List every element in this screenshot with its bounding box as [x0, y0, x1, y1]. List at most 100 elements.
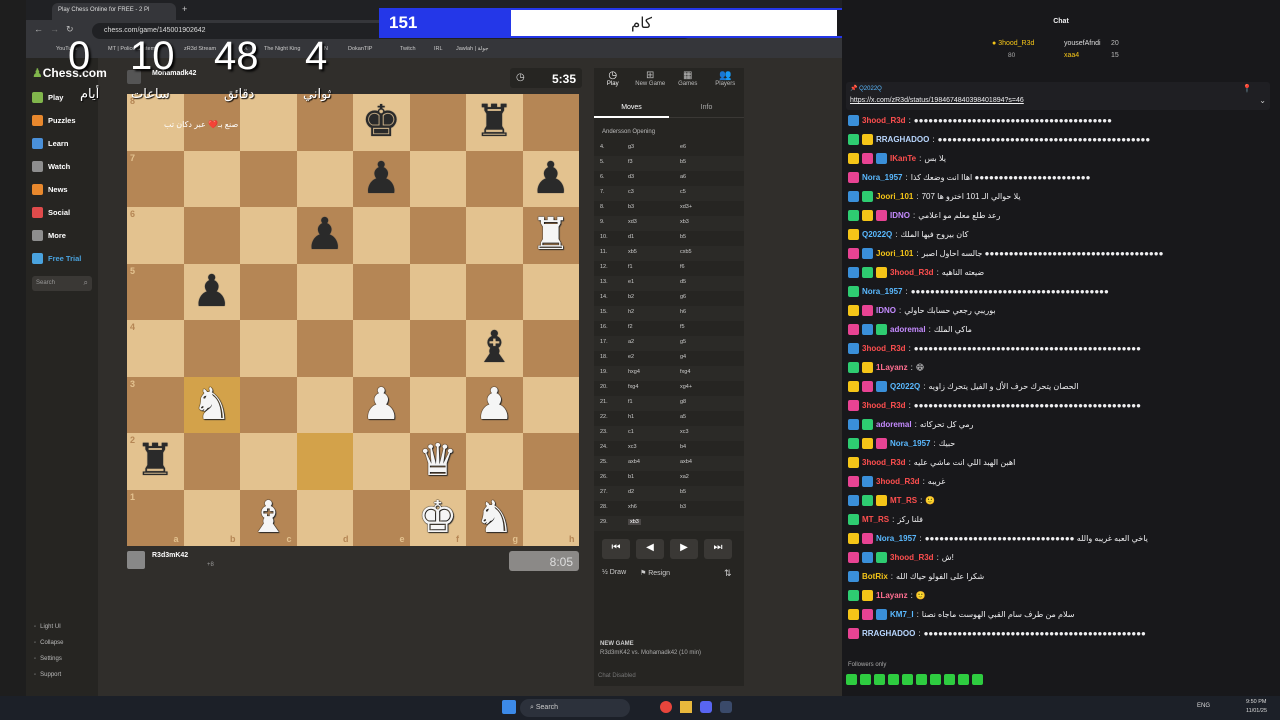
- language-indicator[interactable]: ENG: [1197, 703, 1210, 709]
- sidebar-item-news[interactable]: News: [32, 184, 68, 195]
- emote-icon[interactable]: [944, 674, 955, 685]
- chat-username[interactable]: 3hood_R3d: [862, 116, 906, 125]
- white-move[interactable]: h1: [628, 414, 634, 420]
- sidebar-light-ui[interactable]: ◦ Light UI: [34, 624, 61, 630]
- white-rook-piece[interactable]: ♜: [523, 207, 580, 264]
- windows-start-icon[interactable]: [502, 700, 516, 714]
- square-f4[interactable]: [409, 320, 466, 377]
- chat-username[interactable]: MT_RS: [890, 496, 917, 505]
- square-c7[interactable]: [240, 150, 297, 207]
- white-move[interactable]: f2: [628, 324, 633, 330]
- black-move[interactable]: xa2: [680, 474, 689, 480]
- panel-tab-games[interactable]: ▦ Games: [669, 70, 707, 87]
- bookmark-item[interactable]: IRL: [434, 46, 443, 52]
- sidebar-support[interactable]: ◦ Support: [34, 672, 61, 678]
- black-king-piece[interactable]: ♚: [353, 94, 410, 151]
- panel-tab-players[interactable]: 👥 Players: [707, 70, 745, 87]
- black-move[interactable]: g8: [680, 399, 686, 405]
- chat-message[interactable]: Joori_101: جالسه احاول اصبر ●●●●●●●●●●●●●…: [848, 245, 1268, 261]
- sidebar-item-puzzles[interactable]: Puzzles: [32, 115, 76, 126]
- square-g5[interactable]: [466, 263, 523, 320]
- white-move[interactable]: f1: [628, 399, 633, 405]
- square-f3[interactable]: [409, 376, 466, 433]
- tab-moves[interactable]: Moves: [594, 100, 669, 118]
- square-a5[interactable]: [127, 263, 184, 320]
- black-bishop-piece[interactable]: ♝: [466, 320, 523, 377]
- bookmark-item[interactable]: Jawlah | جولة: [456, 46, 488, 52]
- square-h4[interactable]: [522, 320, 579, 377]
- square-e6[interactable]: [353, 207, 410, 264]
- white-knight-piece[interactable]: ♞: [184, 377, 241, 434]
- chat-message[interactable]: 3hood_R3d: ش!: [848, 549, 1268, 565]
- white-move[interactable]: c1: [628, 429, 634, 435]
- white-move[interactable]: e1: [628, 279, 634, 285]
- square-h2[interactable]: [522, 433, 579, 490]
- chat-username[interactable]: Nora_1957: [890, 439, 930, 448]
- white-move[interactable]: fxg4: [628, 384, 638, 390]
- chat-message[interactable]: Q2022Q: كان بيروح فيها الملك: [848, 226, 1268, 242]
- white-move[interactable]: d2: [628, 489, 634, 495]
- sidebar-collapse[interactable]: ◦ Collapse: [34, 640, 64, 646]
- square-e5[interactable]: [353, 263, 410, 320]
- first-move-icon[interactable]: ⏮: [602, 539, 630, 559]
- white-pawn-piece[interactable]: ♟: [353, 377, 410, 434]
- chat-username[interactable]: 3hood_R3d: [862, 344, 906, 353]
- white-king-piece[interactable]: ♚: [410, 490, 467, 547]
- white-move[interactable]: e2: [628, 354, 634, 360]
- black-move[interactable]: b5: [680, 234, 686, 240]
- black-move[interactable]: c5: [680, 189, 686, 195]
- bookmark-item[interactable]: The Night King: [264, 46, 300, 52]
- square-h5[interactable]: [522, 263, 579, 320]
- black-move[interactable]: xg4+: [680, 384, 692, 390]
- black-move[interactable]: axb4: [680, 459, 692, 465]
- taskbar-search[interactable]: ⌕ Search: [520, 699, 630, 717]
- emote-icon[interactable]: [888, 674, 899, 685]
- white-knight-piece[interactable]: ♞: [466, 490, 523, 547]
- back-icon[interactable]: ←: [34, 24, 43, 34]
- square-a3[interactable]: [127, 376, 184, 433]
- black-move[interactable]: b4: [680, 444, 686, 450]
- square-a4[interactable]: [127, 320, 184, 377]
- chat-message[interactable]: Nora_1957: اهاا انت وضعك كذا ●●●●●●●●●●●●…: [848, 169, 1268, 185]
- chat-message[interactable]: IKanTe: يلا بس: [848, 150, 1268, 166]
- bookmark-item[interactable]: zR3d Stream: [184, 46, 216, 52]
- chat-message[interactable]: 3hood_R3d: غريبه: [848, 473, 1268, 489]
- square-c8[interactable]: [240, 94, 297, 151]
- chat-message[interactable]: Nora_1957: ●●●●●●●●●●●●●●●●●●●●●●●●●●●●●●…: [848, 530, 1268, 546]
- chat-username[interactable]: Q2022Q: [890, 382, 920, 391]
- white-move[interactable]: xh6: [628, 504, 637, 510]
- leaderboard-1[interactable]: ● 3hood_R3d: [992, 40, 1034, 47]
- square-d8[interactable]: [296, 94, 353, 151]
- chat-username[interactable]: Q2022Q: [862, 230, 892, 239]
- square-a7[interactable]: [127, 150, 184, 207]
- pinned-link[interactable]: https://x.com/zR3d/status/19846748403984…: [850, 97, 1024, 104]
- emote-icon[interactable]: [874, 674, 885, 685]
- chat-message[interactable]: RRAGHADOO: ●●●●●●●●●●●●●●●●●●●●●●●●●●●●●●…: [848, 131, 1268, 147]
- white-move[interactable]: f3: [628, 159, 633, 165]
- chat-username[interactable]: adoremal: [890, 325, 926, 334]
- square-b4[interactable]: [183, 320, 240, 377]
- draw-button[interactable]: ½ Draw: [602, 569, 626, 576]
- square-d4[interactable]: [296, 320, 353, 377]
- white-move[interactable]: hxg4: [628, 369, 640, 375]
- white-move[interactable]: b2: [628, 294, 634, 300]
- bookmark-item[interactable]: DokanTIP: [348, 46, 372, 52]
- chat-username[interactable]: adoremal: [876, 420, 912, 429]
- square-c3[interactable]: [240, 376, 297, 433]
- black-move[interactable]: e6: [680, 144, 686, 150]
- chat-message[interactable]: KM7_I: سلام من طرف سام القبي الهوست ماجاه…: [848, 606, 1268, 622]
- forward-icon[interactable]: →: [50, 24, 59, 34]
- chess-board[interactable]: 8 7 6 5 4 3 2 1 a b c d e f g h ♚ ♜ ♟ ♟ ♟ ♜ ♟ ♝ ♞ ♟ ♟ ♜ ♛ ♝ ♚ ♞: [127, 94, 579, 546]
- chat-message[interactable]: Nora_1957: حبيك: [848, 435, 1268, 451]
- sidebar-item-free-trial[interactable]: Free Trial: [32, 253, 81, 264]
- chat-messages[interactable]: 3hood_R3d: ●●●●●●●●●●●●●●●●●●●●●●●●●●●●●●…: [842, 112, 1280, 660]
- black-pawn-piece[interactable]: ♟: [184, 264, 241, 321]
- chat-message[interactable]: 3hood_R3d: ●●●●●●●●●●●●●●●●●●●●●●●●●●●●●●…: [848, 340, 1268, 356]
- chat-message[interactable]: adoremal: ماكي الملك: [848, 321, 1268, 337]
- black-move[interactable]: h6: [680, 309, 686, 315]
- black-move[interactable]: xb3: [680, 219, 689, 225]
- move-list[interactable]: 4. g3 e6 5. f3 b5 6. d3 a6 7. c3 c5 8. b3 xd3+ 9. xd3 xb3…: [594, 141, 744, 531]
- black-move[interactable]: d5: [680, 279, 686, 285]
- sidebar-item-watch[interactable]: Watch: [32, 161, 70, 172]
- tab-info[interactable]: Info: [669, 100, 744, 118]
